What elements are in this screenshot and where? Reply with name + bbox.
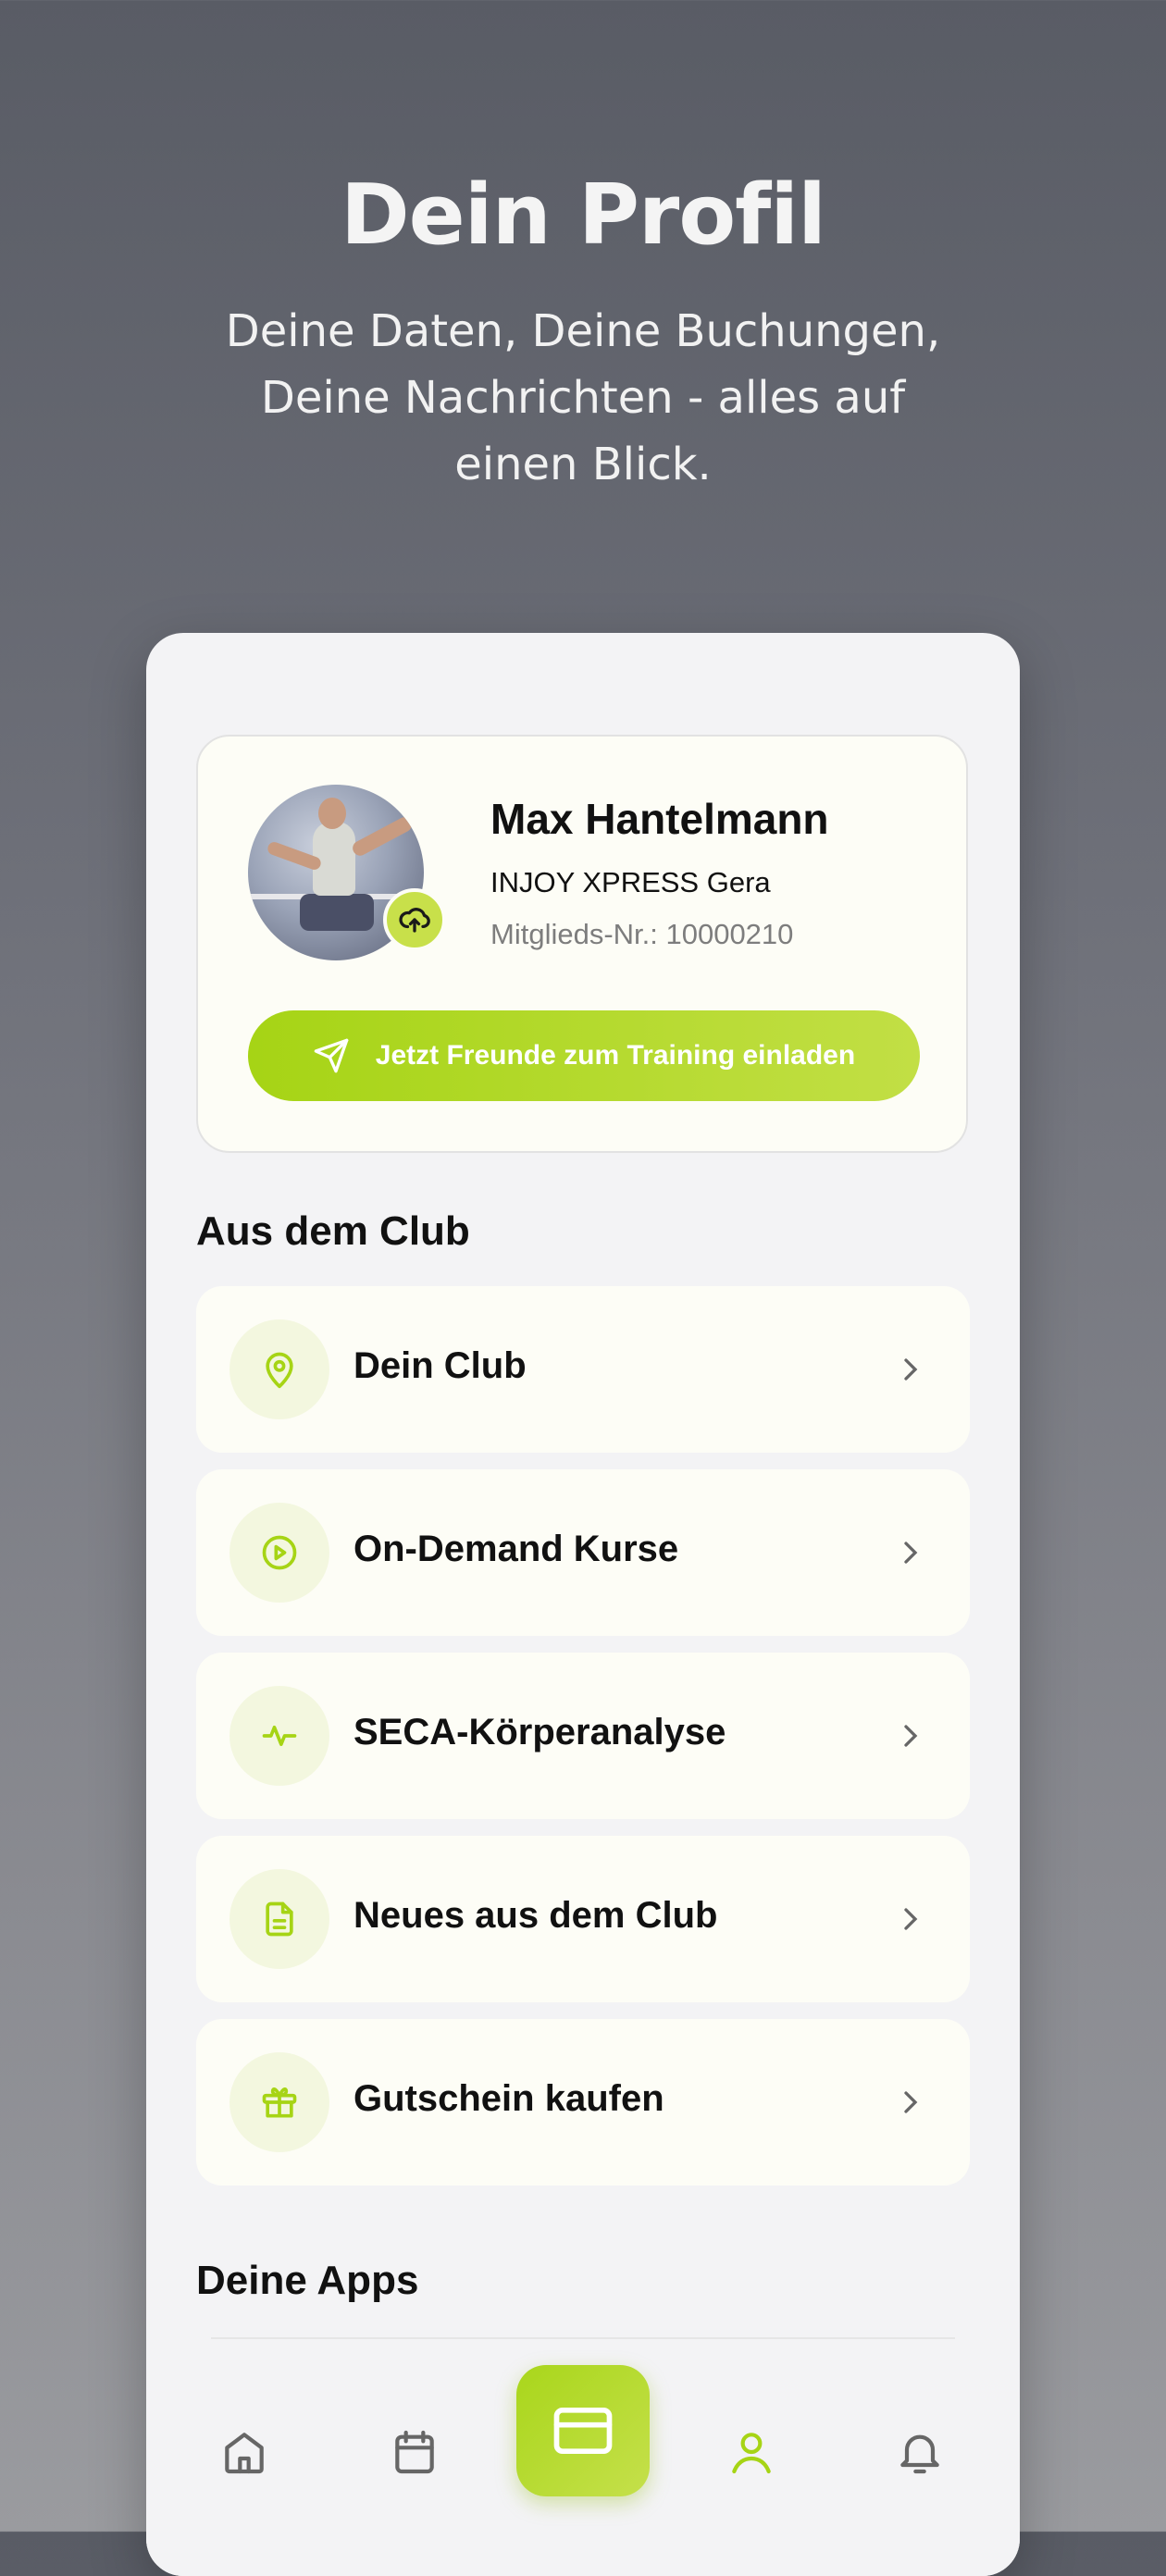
menu-item-label: Neues aus dem Club <box>354 1895 718 1936</box>
nav-notifications[interactable] <box>890 2422 949 2482</box>
map-pin-icon <box>229 1319 329 1419</box>
nav-membership-card[interactable] <box>516 2365 650 2496</box>
chevron-right-icon <box>904 1542 918 1564</box>
menu-item-label: On-Demand Kurse <box>354 1529 679 1569</box>
activity-icon <box>229 1686 329 1786</box>
nav-home[interactable] <box>215 2422 274 2482</box>
profile-name: Max Hantelmann <box>490 795 829 843</box>
menu-item-news[interactable]: Neues aus dem Club <box>196 1836 970 2002</box>
hero-title: Dein Profil <box>340 167 826 264</box>
invite-button-label: Jetzt Freunde zum Training einladen <box>375 1040 856 1071</box>
bell-icon <box>900 2434 939 2474</box>
profile-club: INJOY XPRESS Gera <box>490 866 771 898</box>
menu-item-seca[interactable]: SECA-Körperanalyse <box>196 1653 970 1819</box>
card-icon <box>553 2407 613 2455</box>
menu-item-label: Gutschein kaufen <box>354 2078 664 2119</box>
nav-profile[interactable] <box>722 2422 781 2482</box>
section-title-club: Aus dem Club <box>196 1208 470 1254</box>
calendar-icon <box>395 2430 434 2474</box>
gift-icon <box>229 2052 329 2152</box>
menu-item-on-demand[interactable]: On-Demand Kurse <box>196 1469 970 1636</box>
upload-cloud-icon[interactable] <box>383 888 446 951</box>
chevron-right-icon <box>904 1358 918 1381</box>
nav-calendar[interactable] <box>385 2422 444 2482</box>
chevron-right-icon <box>904 1725 918 1747</box>
play-circle-icon <box>229 1503 329 1603</box>
menu-item-dein-club[interactable]: Dein Club <box>196 1286 970 1453</box>
chevron-right-icon <box>904 1908 918 1930</box>
document-icon <box>229 1869 329 1969</box>
menu-item-voucher[interactable]: Gutschein kaufen <box>196 2019 970 2186</box>
chevron-right-icon <box>904 2091 918 2113</box>
user-icon <box>732 2433 771 2474</box>
section-title-apps: Deine Apps <box>196 2258 419 2303</box>
divider <box>211 2337 955 2339</box>
phone-screen: Max Hantelmann INJOY XPRESS Gera Mitglie… <box>146 633 1020 2576</box>
member-number: Mitglieds-Nr.: 10000210 <box>490 918 794 950</box>
home-icon <box>225 2433 264 2474</box>
hero-subtitle: Deine Daten, Deine Buchungen, Deine Nach… <box>225 305 941 490</box>
send-icon <box>314 1038 349 1073</box>
menu-item-label: Dein Club <box>354 1345 527 1386</box>
profile-card: Max Hantelmann INJOY XPRESS Gera Mitglie… <box>196 735 968 1153</box>
invite-friends-button[interactable]: Jetzt Freunde zum Training einladen <box>248 1010 920 1101</box>
menu-item-label: SECA-Körperanalyse <box>354 1712 726 1752</box>
